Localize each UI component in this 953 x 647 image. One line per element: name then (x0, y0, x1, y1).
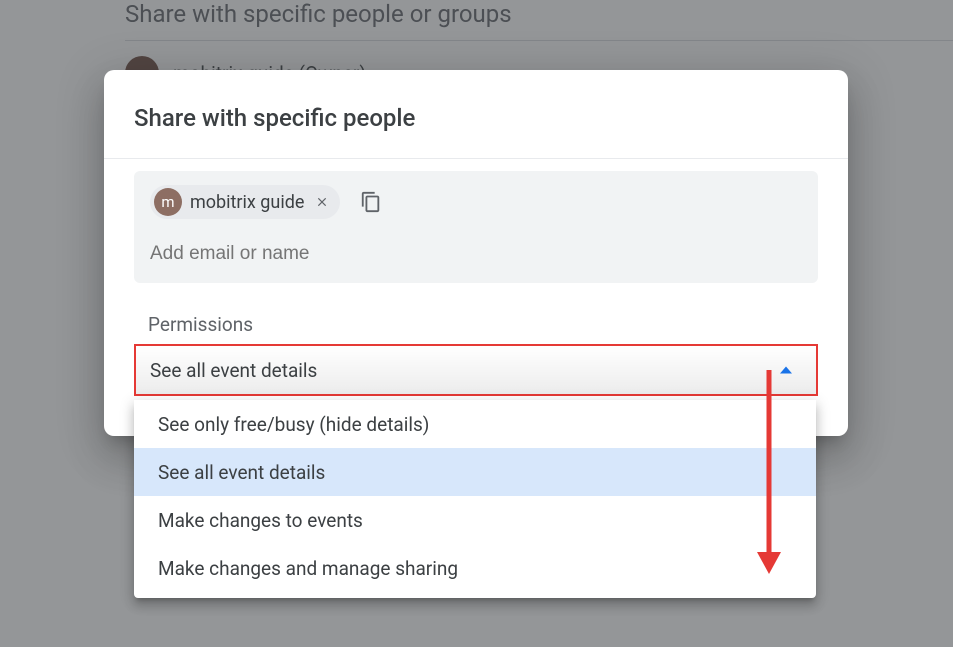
email-input[interactable] (150, 243, 802, 265)
permissions-select[interactable]: See all event details (134, 344, 818, 396)
permissions-selected-value: See all event details (150, 359, 317, 382)
chip-row: m mobitrix guide (150, 185, 802, 219)
copy-icon (360, 191, 382, 213)
chip-remove-button[interactable] (312, 192, 332, 212)
recipients-input-area[interactable]: m mobitrix guide (134, 171, 818, 283)
permissions-dropdown: See only free/busy (hide details) See al… (134, 400, 816, 598)
copy-button[interactable] (354, 185, 388, 219)
caret-up-icon (780, 367, 792, 374)
permission-option-see-all[interactable]: See all event details (134, 448, 816, 496)
person-chip[interactable]: m mobitrix guide (150, 185, 340, 219)
share-dialog: Share with specific people m mobitrix gu… (104, 70, 848, 436)
permission-option-manage-sharing[interactable]: Make changes and manage sharing (134, 544, 816, 592)
permission-option-free-busy[interactable]: See only free/busy (hide details) (134, 400, 816, 448)
chip-avatar-icon: m (154, 188, 182, 216)
dialog-header: Share with specific people (104, 70, 848, 159)
close-icon (315, 195, 329, 209)
chip-label: mobitrix guide (190, 192, 304, 213)
dialog-title: Share with specific people (134, 104, 818, 132)
permission-option-make-changes[interactable]: Make changes to events (134, 496, 816, 544)
permissions-label: Permissions (134, 313, 818, 336)
